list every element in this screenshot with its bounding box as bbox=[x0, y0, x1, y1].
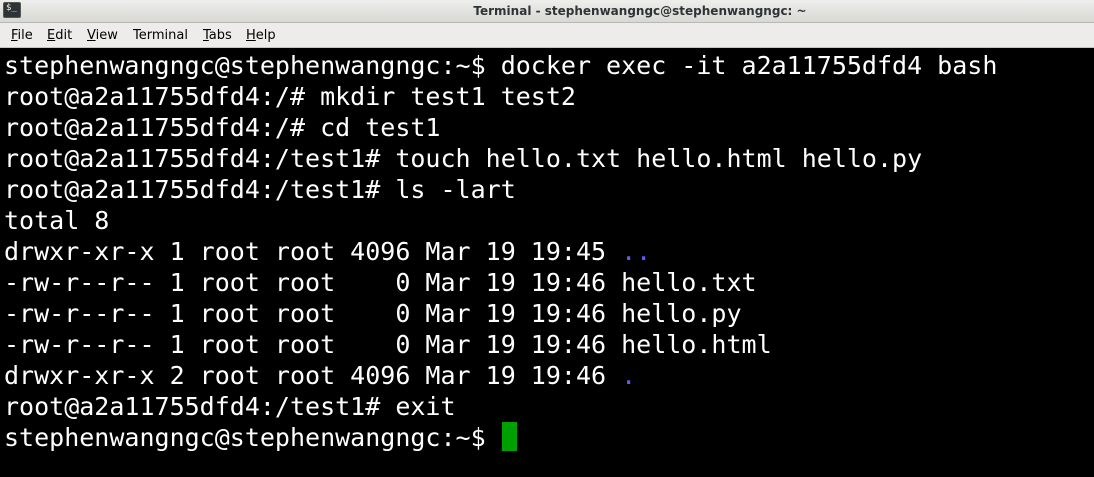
terminal-cursor bbox=[501, 422, 517, 451]
terminal-line-text: root@a2a11755dfd4:/test1# touch hello.tx… bbox=[4, 144, 923, 173]
terminal-prompt: stephenwangngc@stephenwangngc:~$ bbox=[4, 423, 501, 452]
terminal-line: stephenwangngc@stephenwangngc:~$ docker … bbox=[4, 50, 1094, 81]
terminal-line: -rw-r--r-- 1 root root 0 Mar 19 19:46 he… bbox=[4, 329, 1094, 360]
menu-edit[interactable]: Edit bbox=[47, 23, 72, 48]
terminal-line: total 8 bbox=[4, 205, 1094, 236]
terminal-line: drwxr-xr-x 2 root root 4096 Mar 19 19:46… bbox=[4, 360, 1094, 391]
menu-view[interactable]: View bbox=[87, 23, 118, 48]
terminal-line: -rw-r--r-- 1 root root 0 Mar 19 19:46 he… bbox=[4, 267, 1094, 298]
terminal-line: -rw-r--r-- 1 root root 0 Mar 19 19:46 he… bbox=[4, 298, 1094, 329]
title-bar[interactable]: $_ Terminal - stephenwangngc@stephenwang… bbox=[0, 0, 1094, 23]
menu-help[interactable]: Help bbox=[246, 23, 276, 48]
terminal-output[interactable]: stephenwangngc@stephenwangngc:~$ docker … bbox=[0, 48, 1094, 477]
menu-terminal-label: Terminal bbox=[133, 28, 188, 43]
menu-tabs[interactable]: Tabs bbox=[203, 23, 232, 48]
terminal-line-text: root@a2a11755dfd4:/# mkdir test1 test2 bbox=[4, 82, 576, 111]
menu-file-label: ile bbox=[17, 28, 33, 43]
menu-tabs-label: abs bbox=[208, 28, 232, 43]
terminal-line-text: drwxr-xr-x 1 root root 4096 Mar 19 19:45 bbox=[4, 237, 622, 266]
menu-edit-mnemonic: E bbox=[47, 28, 56, 43]
terminal-line-text: root@a2a11755dfd4:/test1# ls -lart bbox=[4, 175, 516, 204]
menu-help-mnemonic: H bbox=[246, 28, 256, 43]
terminal-line-text: total 8 bbox=[4, 206, 110, 235]
terminal-line-text: -rw-r--r-- 1 root root 0 Mar 19 19:46 he… bbox=[4, 330, 772, 359]
terminal-line-text: stephenwangngc@stephenwangngc:~$ docker … bbox=[4, 51, 998, 80]
menu-terminal[interactable]: Terminal bbox=[133, 23, 188, 48]
terminal-window: $_ Terminal - stephenwangngc@stephenwang… bbox=[0, 0, 1094, 477]
menu-edit-label: dit bbox=[55, 28, 73, 43]
menu-view-label: iew bbox=[95, 28, 118, 43]
terminal-line-text: -rw-r--r-- 1 root root 0 Mar 19 19:46 he… bbox=[4, 299, 742, 328]
terminal-line: root@a2a11755dfd4:/test1# ls -lart bbox=[4, 174, 1094, 205]
menu-help-label: elp bbox=[255, 28, 276, 43]
terminal-line: root@a2a11755dfd4:/# mkdir test1 test2 bbox=[4, 81, 1094, 112]
terminal-line: root@a2a11755dfd4:/test1# touch hello.tx… bbox=[4, 143, 1094, 174]
window-title: Terminal - stephenwangngc@stephenwangngc… bbox=[473, 4, 807, 18]
terminal-line-text: root@a2a11755dfd4:/test1# exit bbox=[4, 392, 456, 421]
menu-view-mnemonic: V bbox=[87, 28, 96, 43]
terminal-line-text: -rw-r--r-- 1 root root 0 Mar 19 19:46 he… bbox=[4, 268, 757, 297]
terminal-line-text: root@a2a11755dfd4:/# cd test1 bbox=[4, 113, 441, 142]
menu-bar: File Edit View Terminal Tabs Help bbox=[0, 23, 1094, 48]
terminal-line-directory: . bbox=[621, 361, 637, 390]
terminal-prompt-line: stephenwangngc@stephenwangngc:~$ bbox=[4, 422, 1094, 453]
menu-file[interactable]: File bbox=[11, 23, 33, 48]
terminal-line-directory: .. bbox=[621, 237, 652, 266]
terminal-line: root@a2a11755dfd4:/test1# exit bbox=[4, 391, 1094, 422]
terminal-line-text: drwxr-xr-x 2 root root 4096 Mar 19 19:46 bbox=[4, 361, 622, 390]
terminal-line: drwxr-xr-x 1 root root 4096 Mar 19 19:45… bbox=[4, 236, 1094, 267]
terminal-line: root@a2a11755dfd4:/# cd test1 bbox=[4, 112, 1094, 143]
